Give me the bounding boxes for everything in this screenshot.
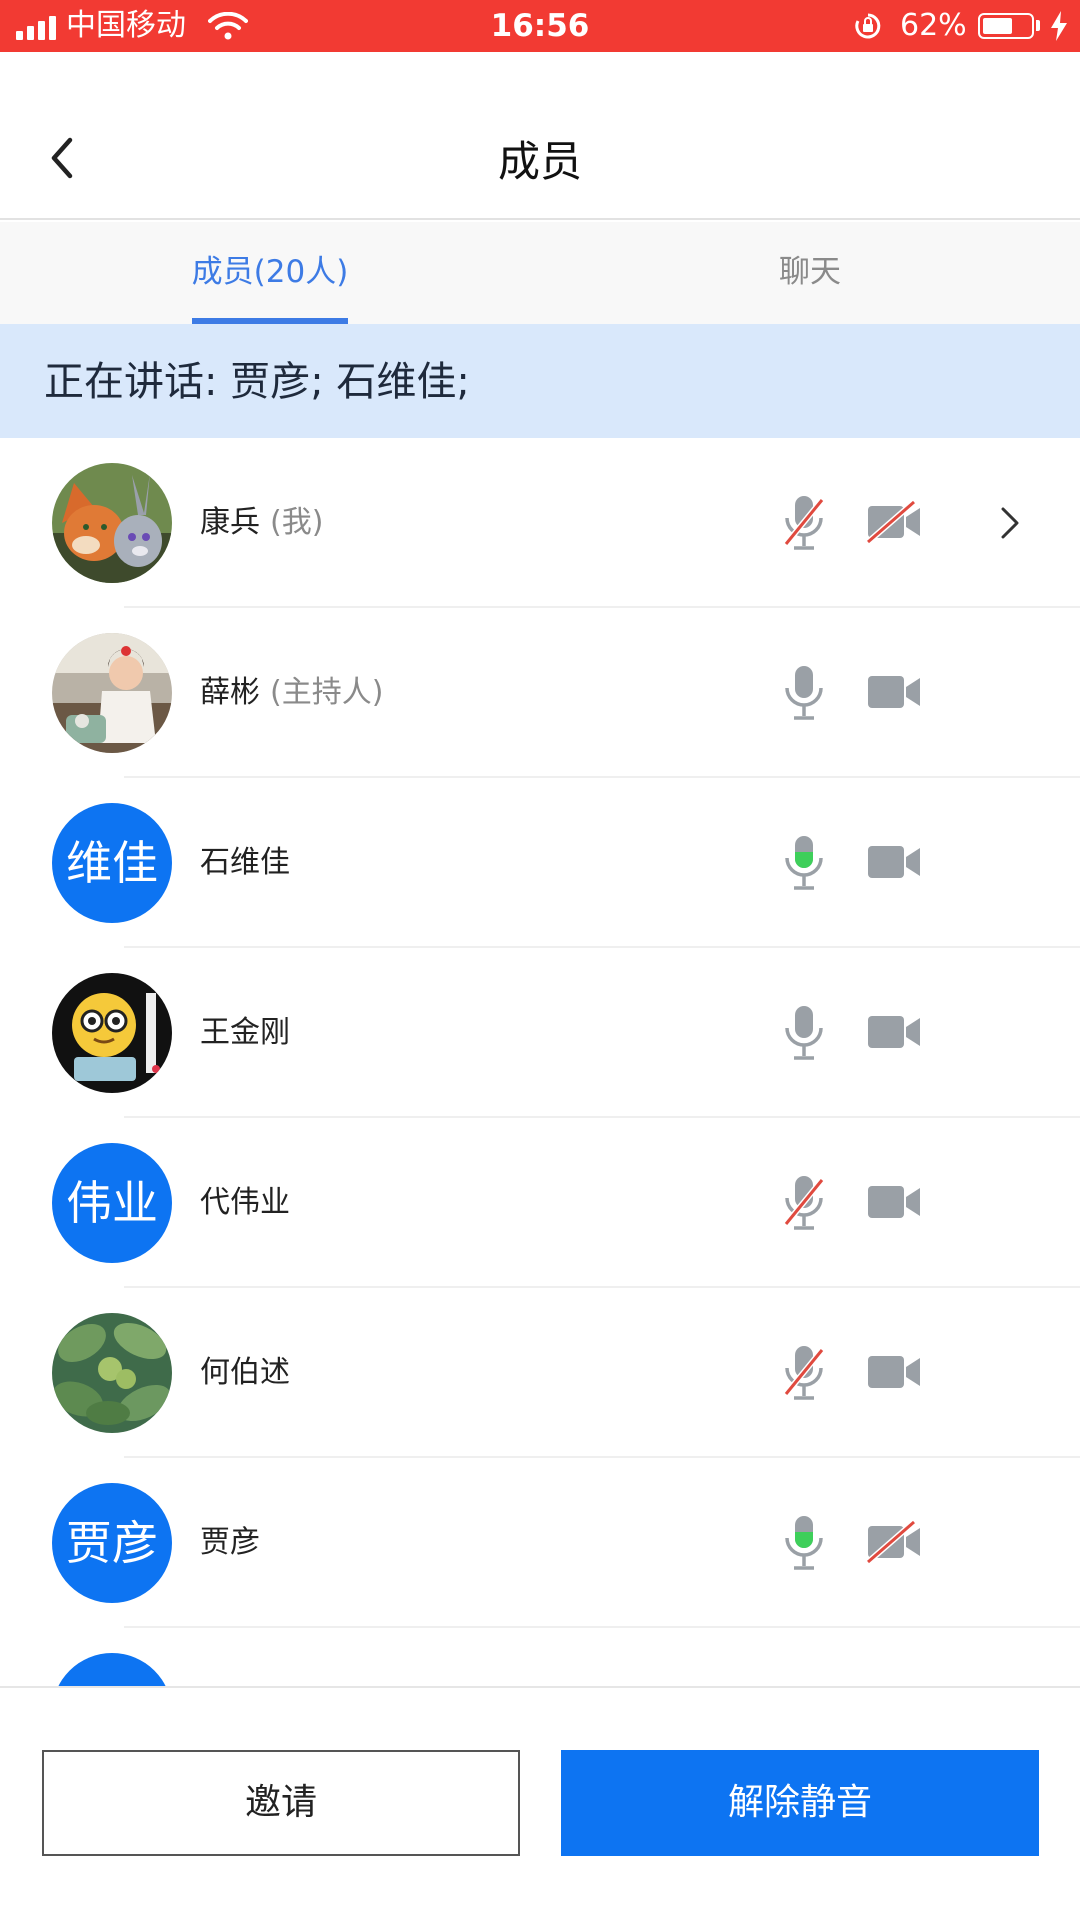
unmute-button[interactable]: 解除静音 <box>561 1750 1039 1856</box>
camera-icon[interactable] <box>866 1350 922 1394</box>
member-row[interactable]: 贾彦 贾彦 <box>0 1458 1080 1628</box>
camera-icon[interactable] <box>866 1010 922 1054</box>
microphone-speaking-icon[interactable] <box>782 834 826 892</box>
camera-icon[interactable] <box>866 840 922 884</box>
camera-off-icon[interactable] <box>866 1520 922 1564</box>
member-name-text: 康兵 <box>200 505 260 540</box>
member-name: 贾彦 <box>200 1520 260 1566</box>
member-role: (主持人) <box>270 675 384 710</box>
battery-icon <box>978 13 1034 39</box>
chevron-right-icon[interactable] <box>996 504 1024 542</box>
page-title: 成员 <box>497 137 582 186</box>
status-bar: 中国移动 16:56 62% <box>0 0 1080 52</box>
member-name: 康兵 (我) <box>200 500 323 546</box>
invite-button[interactable]: 邀请 <box>42 1750 520 1856</box>
avatar: 维佳 <box>52 803 172 923</box>
member-name: 代伟业 <box>200 1180 290 1226</box>
avatar <box>52 1653 172 1688</box>
microphone-icon[interactable] <box>782 664 826 722</box>
avatar: 贾彦 <box>52 1483 172 1603</box>
tab-bar: 成员(20人) 聊天 <box>0 222 1080 324</box>
charging-bolt-icon <box>1051 11 1067 41</box>
member-name-text: 贾彦 <box>200 1525 260 1560</box>
member-name-text: 薛彬 <box>200 675 260 710</box>
camera-icon[interactable] <box>866 670 922 714</box>
microphone-muted-icon[interactable] <box>782 494 826 552</box>
speaking-text: 正在讲话: 贾彦; 石维佳; <box>44 359 470 405</box>
member-name: 何伯述 <box>200 1350 290 1396</box>
avatar <box>52 1313 172 1433</box>
camera-icon[interactable] <box>866 1180 922 1224</box>
member-row[interactable]: 康兵 (我) <box>0 438 1080 608</box>
avatar <box>52 633 172 753</box>
speaking-banner: 正在讲话: 贾彦; 石维佳; <box>0 324 1080 438</box>
member-name-text: 何伯述 <box>200 1355 290 1390</box>
microphone-muted-icon[interactable] <box>782 1174 826 1232</box>
member-name: 王金刚 <box>200 1010 290 1056</box>
member-role: (我) <box>270 505 324 540</box>
member-row[interactable]: 维佳 石维佳 <box>0 778 1080 948</box>
rotation-lock-icon <box>855 13 881 39</box>
microphone-muted-icon[interactable] <box>782 1344 826 1402</box>
member-name-text: 王金刚 <box>200 1015 290 1050</box>
avatar: 伟业 <box>52 1143 172 1263</box>
avatar <box>52 973 172 1093</box>
member-row[interactable]: 伟业 代伟业 <box>0 1118 1080 1288</box>
avatar <box>52 463 172 583</box>
member-list[interactable]: 康兵 (我) 薛彬 (主持人) 维佳 石维佳 王金刚 伟业 代伟业 何伯述 贾彦… <box>0 438 1080 1688</box>
battery-tip <box>1036 20 1040 31</box>
member-name-text: 石维佳 <box>200 845 290 880</box>
microphone-icon[interactable] <box>782 1004 826 1062</box>
navigation-bar: 成员 <box>0 52 1080 220</box>
member-name-text: 代伟业 <box>200 1185 290 1220</box>
tab-chat[interactable]: 聊天 <box>540 222 1080 324</box>
member-row[interactable]: 王金刚 <box>0 948 1080 1118</box>
camera-off-icon[interactable] <box>866 500 922 544</box>
member-row[interactable]: 何伯述 <box>0 1288 1080 1458</box>
member-name: 薛彬 (主持人) <box>200 670 383 716</box>
member-row[interactable]: 薛彬 (主持人) <box>0 608 1080 778</box>
member-name: 石维佳 <box>200 840 290 886</box>
microphone-speaking-icon[interactable] <box>782 1514 826 1572</box>
member-row[interactable] <box>0 1628 1080 1688</box>
tab-members[interactable]: 成员(20人) <box>0 222 540 324</box>
battery-percent: 62% <box>900 8 967 43</box>
